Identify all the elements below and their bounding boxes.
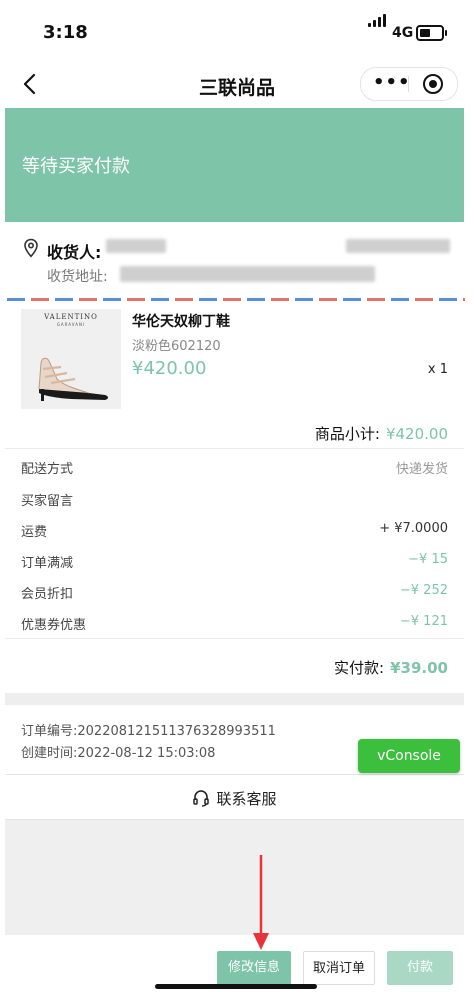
home-indicator (155, 984, 317, 989)
paid-total: 实付款: ¥39.00 (334, 657, 448, 678)
row-value-full-reduction: −¥ 15 (408, 552, 448, 567)
row-value-shipping-fee: + ¥7.0000 (379, 521, 448, 536)
receiver-name-redacted (106, 239, 166, 253)
thumb-brand: VALENTINO (44, 313, 98, 321)
capsule-divider (408, 76, 409, 92)
contact-service-label: 联系客服 (216, 790, 277, 808)
row-label-shipping-fee: 运费 (21, 525, 48, 540)
divider (5, 448, 464, 449)
receiver-phone-redacted (346, 239, 450, 253)
subtotal: 商品小计: ¥420.00 (315, 423, 448, 444)
annotation-arrow-icon (253, 855, 269, 950)
paid-amount: ¥39.00 (390, 659, 448, 677)
target-icon[interactable] (423, 74, 443, 94)
section-gap (5, 693, 464, 705)
product-spec: 淡粉色602120 (132, 339, 221, 354)
paid-label: 实付款: (334, 659, 385, 677)
product-quantity: x 1 (427, 362, 448, 377)
address-label: 收货地址: (47, 269, 108, 285)
subtotal-label: 商品小计: (314, 425, 380, 443)
miniapp-capsule: ••• (360, 67, 458, 101)
row-value-coupon: −¥ 121 (399, 614, 448, 629)
product-name[interactable]: 华伦天奴柳丁鞋 (132, 311, 230, 331)
row-value-delivery: 快递发货 (395, 462, 448, 477)
row-label-full-reduction: 订单满减 (21, 556, 74, 571)
shoe-image (38, 357, 108, 401)
subtotal-amount: ¥420.00 (385, 425, 448, 443)
order-number: 订单编号:20220812151137632899351​1 (21, 724, 276, 739)
order-created-time: 创建时间:2022-08-12 15:03:08 (21, 746, 216, 761)
row-label-coupon: 优惠券优惠 (21, 618, 87, 633)
network-label: 4G (392, 25, 414, 41)
product-thumbnail[interactable]: VALENTINO GARAVANI (21, 309, 121, 409)
row-label-member-discount: 会员折扣 (21, 587, 74, 602)
cancel-order-button[interactable]: 取消订单 (303, 951, 375, 985)
headset-icon (193, 790, 210, 807)
more-dots-icon[interactable]: ••• (373, 74, 411, 92)
battery-icon (416, 25, 447, 41)
receiver-label: 收货人: (47, 243, 102, 262)
row-value-member-discount: −¥ 252 (399, 583, 448, 598)
contact-service-button[interactable]: 联系客服 (5, 774, 464, 820)
order-status-text: 等待买家付款 (22, 156, 130, 177)
location-pin-icon (24, 238, 38, 258)
divider (5, 638, 464, 639)
row-label-buyer-message: 买家留言 (21, 494, 74, 509)
status-time: 3:18 (43, 22, 88, 43)
pay-button[interactable]: 付款 (387, 951, 453, 985)
empty-area (5, 820, 464, 935)
product-price: ¥420.00 (132, 358, 207, 379)
edit-info-button[interactable]: 修改信息 (217, 951, 291, 985)
row-label-delivery: 配送方式 (21, 462, 74, 477)
thumb-brand-sub: GARAVANI (56, 322, 86, 327)
vconsole-button[interactable]: vConsole (358, 739, 460, 773)
airmail-border (7, 298, 465, 301)
address-redacted (120, 266, 375, 282)
